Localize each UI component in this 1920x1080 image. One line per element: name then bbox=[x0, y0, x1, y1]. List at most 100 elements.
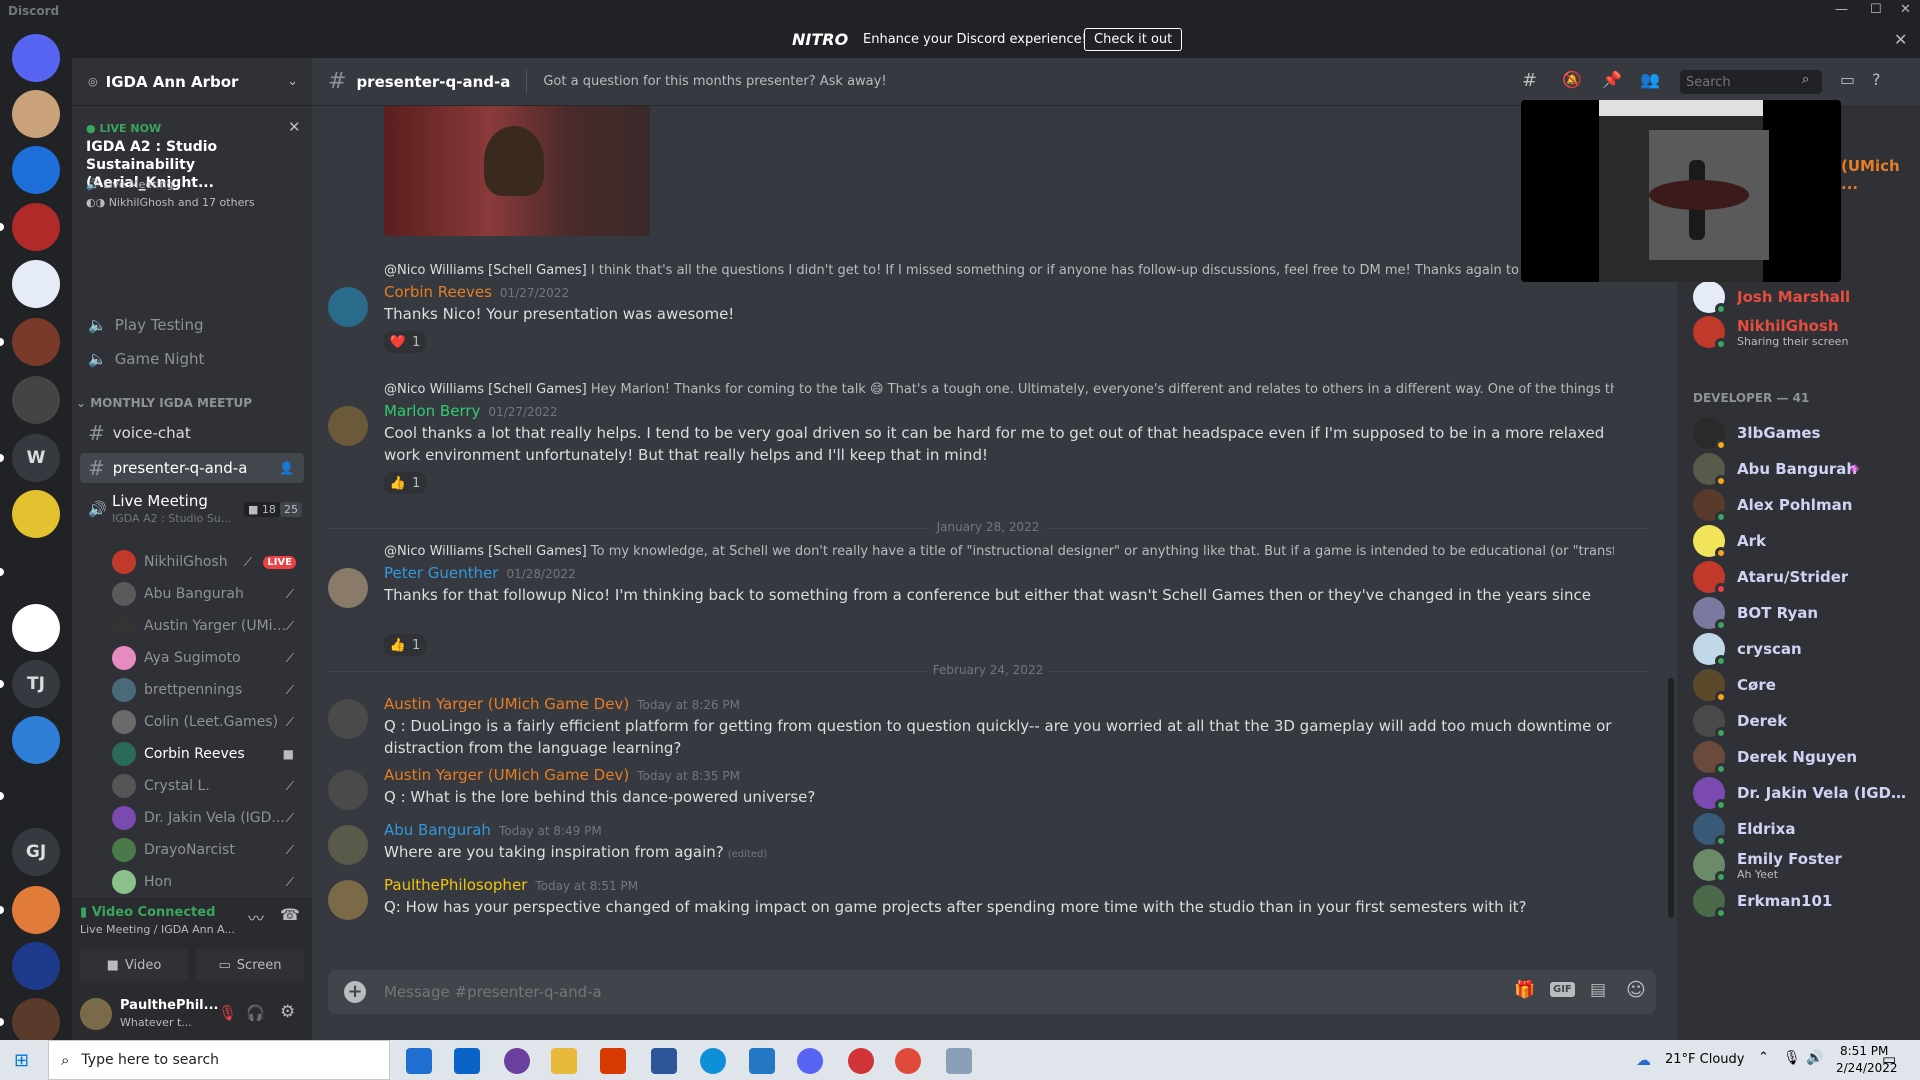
member-item[interactable]: cryscan bbox=[1693, 629, 1908, 669]
member-item[interactable]: Ataru/Strider bbox=[1693, 557, 1908, 597]
headphones-icon[interactable]: 🎧 bbox=[246, 1004, 265, 1022]
member-item[interactable]: Derek Nguyen bbox=[1693, 737, 1908, 777]
close-window-icon[interactable]: ✕ bbox=[1900, 2, 1911, 17]
server-icon[interactable]: TJ bbox=[12, 660, 60, 708]
avatar[interactable] bbox=[328, 825, 368, 865]
stream-preview[interactable] bbox=[1521, 100, 1841, 282]
server-header[interactable]: ◎ IGDA Ann Arbor ⌄ bbox=[72, 58, 312, 106]
threads-icon[interactable]: # bbox=[1522, 70, 1537, 91]
reaction[interactable]: ❤️ 1 bbox=[384, 331, 426, 353]
server-icon[interactable] bbox=[12, 490, 60, 538]
voice-user[interactable]: DrayoNarcist ⟋ bbox=[112, 836, 302, 864]
member-item[interactable]: ◈ Abu Bangurah bbox=[1693, 449, 1908, 489]
server-icon[interactable] bbox=[12, 260, 60, 308]
chevron-up-icon[interactable]: ⌃ bbox=[1758, 1050, 1769, 1065]
voice-user[interactable]: Hon ⟋ bbox=[112, 868, 302, 896]
member-item[interactable]: NikhilGhosh Sharing their screen bbox=[1693, 312, 1908, 352]
app-icon[interactable] bbox=[504, 1048, 530, 1074]
reaction[interactable]: 👍 1 bbox=[384, 472, 426, 494]
server-icon[interactable] bbox=[12, 203, 60, 251]
sticker-icon[interactable]: ▤ bbox=[1590, 980, 1606, 1000]
voice-user[interactable]: Abu Bangurah ⟋ bbox=[112, 580, 302, 608]
discord-icon[interactable] bbox=[797, 1048, 823, 1074]
message-input[interactable] bbox=[384, 976, 1484, 1008]
windows-start-icon[interactable]: ⊞ bbox=[14, 1050, 29, 1071]
server-icon[interactable] bbox=[12, 886, 60, 934]
emoji-icon[interactable]: ☺ bbox=[1626, 979, 1646, 1001]
app-icon[interactable] bbox=[946, 1048, 972, 1074]
server-icon[interactable] bbox=[12, 376, 60, 424]
minimize-icon[interactable]: — bbox=[1835, 2, 1848, 17]
server-icon[interactable] bbox=[12, 548, 60, 596]
category-monthly-igda-meetup[interactable]: ⌄ MONTHLY IGDA MEETUP bbox=[76, 396, 252, 410]
pin-icon[interactable]: 📌 bbox=[1602, 70, 1622, 89]
avatar[interactable] bbox=[80, 998, 112, 1030]
member-item[interactable]: 3lbGames bbox=[1693, 413, 1908, 453]
member-item[interactable]: Cøre bbox=[1693, 665, 1908, 705]
voice-user[interactable]: Aya Sugimoto ⟋ bbox=[112, 644, 302, 672]
microphone-icon[interactable]: 🎙 bbox=[1783, 1050, 1801, 1066]
server-icon[interactable] bbox=[12, 604, 60, 652]
server-icon[interactable] bbox=[12, 146, 60, 194]
voice-user[interactable]: Crystal L. ⟋ bbox=[112, 772, 302, 800]
reaction[interactable]: 👍 1 bbox=[384, 634, 426, 656]
message-author[interactable]: Peter Guenther bbox=[384, 564, 498, 582]
server-icon[interactable] bbox=[12, 716, 60, 764]
message-author[interactable]: Abu Bangurah bbox=[384, 821, 491, 839]
voice-channel-play-testing[interactable]: 🔈 Play Testing bbox=[80, 310, 304, 340]
notification-icon[interactable]: ▭ bbox=[1882, 1050, 1896, 1068]
chevron-down-icon[interactable]: ⌄ bbox=[287, 74, 298, 89]
nitro-cta-button[interactable]: Check it out bbox=[1084, 28, 1183, 51]
add-attachment-icon[interactable]: + bbox=[344, 981, 366, 1003]
mail-icon[interactable] bbox=[454, 1048, 480, 1074]
volume-icon[interactable]: 🔊 bbox=[1806, 1050, 1823, 1066]
voice-user[interactable]: Austin Yarger (UMi... ⟋ bbox=[112, 612, 302, 640]
voice-user[interactable]: Dr. Jakin Vela (IGD... ⟋ bbox=[112, 804, 302, 832]
message-author[interactable]: Austin Yarger (UMich Game Dev) bbox=[384, 766, 629, 784]
avatar[interactable] bbox=[328, 406, 368, 446]
help-icon[interactable]: ? bbox=[1872, 70, 1881, 89]
file-explorer-store-icon[interactable] bbox=[406, 1048, 432, 1074]
search-input[interactable] bbox=[1680, 70, 1822, 94]
reply-preview[interactable]: @Nico Williams [Schell Games] I think th… bbox=[384, 263, 1614, 278]
message-author[interactable]: Marlon Berry bbox=[384, 402, 480, 420]
member-item[interactable]: Ark bbox=[1693, 521, 1908, 561]
close-icon[interactable]: ✕ bbox=[288, 118, 301, 136]
gift-icon[interactable]: 🎁 bbox=[1514, 980, 1535, 1000]
channel-presenter-q-and-a[interactable]: # presenter-q-and-a 👤 bbox=[80, 453, 304, 483]
voice-channel-game-night[interactable]: 🔈 Game Night bbox=[80, 344, 304, 374]
avatar[interactable] bbox=[328, 568, 368, 608]
close-icon[interactable]: ✕ bbox=[1894, 30, 1907, 49]
image-attachment[interactable] bbox=[384, 106, 650, 236]
inbox-icon[interactable]: ▭ bbox=[1840, 70, 1855, 89]
chrome-icon[interactable] bbox=[895, 1048, 921, 1074]
taskbar-search[interactable]: ⌕ Type here to search bbox=[48, 1040, 390, 1080]
live-event-card[interactable]: ● LIVE NOW ✕ IGDA A2 : Studio Sustainabi… bbox=[72, 106, 312, 216]
server-icon[interactable] bbox=[12, 942, 60, 990]
member-item[interactable]: Derek bbox=[1693, 701, 1908, 741]
member-item[interactable]: Alex Pohlman bbox=[1693, 485, 1908, 525]
member-item[interactable]: Emily Foster Ah Yeet bbox=[1693, 845, 1908, 885]
edge-icon[interactable] bbox=[700, 1048, 726, 1074]
server-icon[interactable] bbox=[12, 772, 60, 820]
office-icon[interactable] bbox=[600, 1048, 626, 1074]
discord-home-icon[interactable] bbox=[12, 34, 60, 82]
server-icon[interactable]: GJ bbox=[12, 828, 60, 876]
maximize-icon[interactable]: ☐ bbox=[1870, 2, 1882, 17]
video-button[interactable]: ■ Video bbox=[80, 949, 188, 981]
folder-icon[interactable] bbox=[551, 1048, 577, 1074]
server-icon[interactable] bbox=[12, 998, 60, 1046]
member-item[interactable]: Erkman101 bbox=[1693, 881, 1908, 921]
channel-voice-chat[interactable]: # voice-chat bbox=[80, 418, 304, 448]
member-item[interactable]: Dr. Jakin Vela (IGDA ... bbox=[1693, 773, 1908, 813]
message-author[interactable]: Corbin Reeves bbox=[384, 283, 492, 301]
avatar[interactable] bbox=[328, 699, 368, 739]
member-item[interactable]: Eldrixa bbox=[1693, 809, 1908, 849]
server-icon[interactable] bbox=[12, 318, 60, 366]
server-icon[interactable] bbox=[12, 90, 60, 138]
screen-share-button[interactable]: ▭ Screen bbox=[196, 949, 304, 981]
reply-preview[interactable]: @Nico Williams [Schell Games] To my know… bbox=[384, 544, 1614, 559]
avatar[interactable] bbox=[328, 880, 368, 920]
member-item[interactable]: Josh Marshall bbox=[1693, 277, 1908, 317]
app-icon[interactable] bbox=[848, 1048, 874, 1074]
